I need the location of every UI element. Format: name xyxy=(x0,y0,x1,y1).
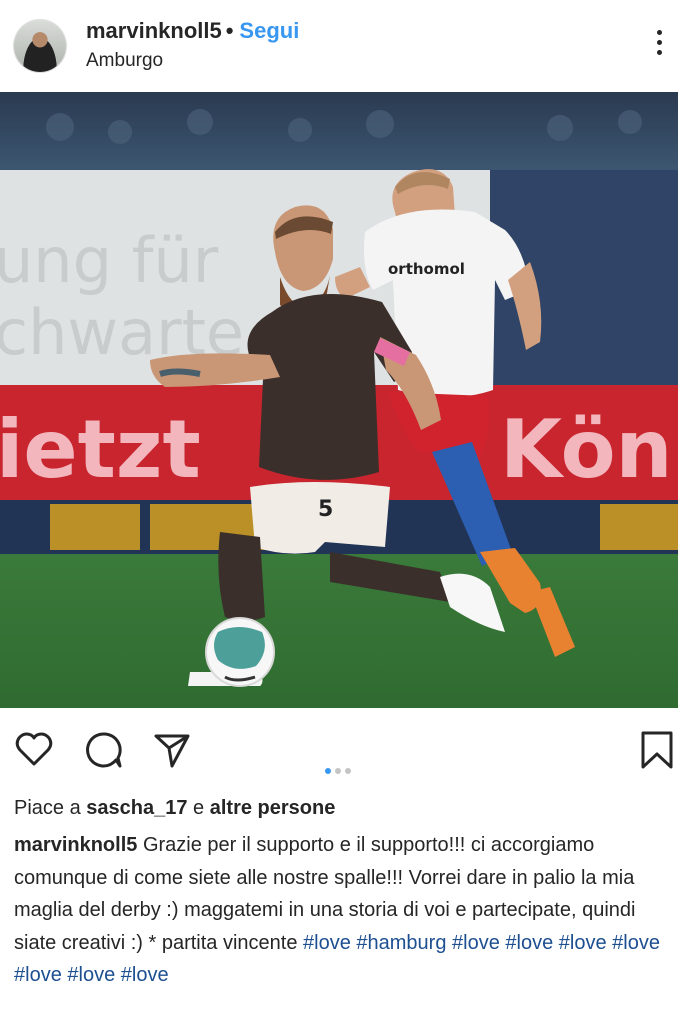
led-board-text-2: Kön xyxy=(500,403,673,496)
carousel-dot-active xyxy=(325,768,331,774)
likes-prefix: Piace a xyxy=(14,797,81,819)
header-title-row: marvinknoll5 • Segui xyxy=(86,18,299,44)
hashtag[interactable]: #love xyxy=(303,932,351,954)
bookmark-icon[interactable] xyxy=(637,730,677,770)
username[interactable]: marvinknoll5 xyxy=(86,18,222,43)
hashtag[interactable]: #love xyxy=(452,932,500,954)
post-image[interactable]: ung für chwarte ietzt Kön orthomol 5 xyxy=(0,92,678,708)
billboard-text-1: ung für xyxy=(0,224,219,297)
comment-icon[interactable] xyxy=(84,730,124,770)
liked-by-others[interactable]: altre persone xyxy=(210,797,336,819)
carousel-indicator xyxy=(325,761,355,779)
heart-icon[interactable] xyxy=(14,730,54,770)
carousel-dot xyxy=(335,768,341,774)
liked-by-user[interactable]: sascha_17 xyxy=(86,797,187,819)
soccer-ball xyxy=(205,617,275,687)
separator: • xyxy=(225,18,234,43)
hashtag[interactable]: #love xyxy=(14,964,62,986)
hashtag[interactable]: #hamburg xyxy=(356,932,446,954)
hashtag[interactable]: #love xyxy=(559,932,607,954)
carousel-dot xyxy=(345,768,351,774)
share-icon[interactable] xyxy=(152,730,192,770)
likes-conjunction: e xyxy=(193,797,205,819)
jersey-sponsor: orthomol xyxy=(388,260,465,278)
hashtag[interactable]: #love xyxy=(612,932,660,954)
hashtag[interactable]: #love xyxy=(505,932,553,954)
hashtag[interactable]: #love xyxy=(121,964,169,986)
post-header: marvinknoll5 • Segui Amburgo xyxy=(0,0,678,92)
caption-username[interactable]: marvinknoll5 xyxy=(14,834,137,856)
likes-line[interactable]: Piace a sascha_17 e altre persone xyxy=(14,797,335,820)
action-bar xyxy=(0,718,678,782)
location[interactable]: Amburgo xyxy=(86,50,163,72)
avatar[interactable] xyxy=(14,20,66,72)
hashtag[interactable]: #love xyxy=(67,964,115,986)
more-vertical-icon[interactable] xyxy=(651,30,667,62)
led-board-text-1: ietzt xyxy=(0,403,201,496)
follow-button[interactable]: Segui xyxy=(239,18,299,43)
jersey-number: 5 xyxy=(318,497,333,522)
caption: marvinknoll5 Grazie per il supporto e il… xyxy=(14,829,670,992)
